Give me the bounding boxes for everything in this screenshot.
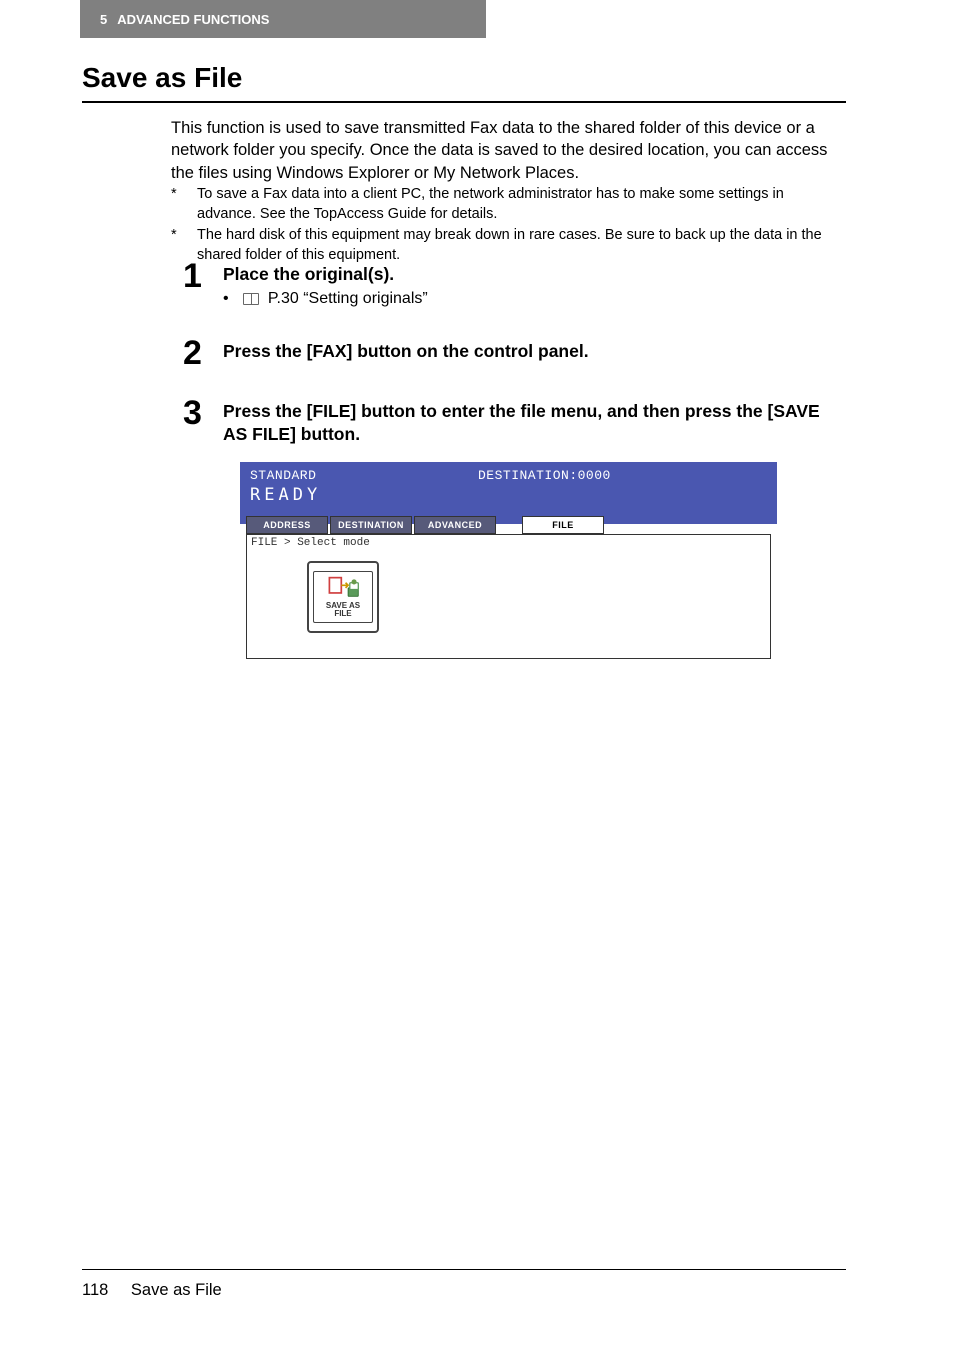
save-as-file-button[interactable]: SAVE ASFILE [307,561,379,633]
tab-destination[interactable]: DESTINATION [330,516,412,534]
save-as-file-label: SAVE ASFILE [326,602,360,618]
step-title: Place the original(s). [223,263,847,286]
chapter-header: 5 ADVANCED FUNCTIONS [80,0,486,38]
step-bullet: • P.30 “Setting originals” [223,290,847,308]
note-text: To save a Fax data into a client PC, the… [197,185,837,224]
step-3: 3 Press the [FILE] button to enter the f… [183,400,847,446]
footer-title: Save as File [131,1281,222,1299]
page-footer: 118 Save as File [82,1281,222,1300]
footer-rule [82,1269,846,1270]
tab-file[interactable]: FILE [522,516,604,534]
chapter-number: 5 [100,12,107,27]
page-number: 118 [82,1281,108,1299]
page-title: Save as File [82,62,242,94]
step-number: 2 [183,334,202,373]
intro-paragraph: This function is used to save transmitte… [171,117,847,184]
panel-breadcrumb: FILE > Select mode [247,535,770,551]
status-ready: READY [250,485,767,505]
book-icon [243,293,259,305]
note-item: * The hard disk of this equipment may br… [171,226,847,265]
notes-list: * To save a Fax data into a client PC, t… [171,185,847,267]
bullet-icon: • [223,290,237,308]
cross-reference: P.30 “Setting originals” [268,290,428,307]
panel-body: FILE > Select mode SAVE ASFILE [246,534,771,659]
step-title: Press the [FAX] button on the control pa… [223,340,847,363]
step-1: 1 Place the original(s). • P.30 “Setting… [183,263,847,308]
tab-advanced[interactable]: ADVANCED [414,516,496,534]
chapter-title: ADVANCED FUNCTIONS [117,12,269,27]
asterisk-icon: * [171,185,193,205]
panel-tabs: ADDRESS DESTINATION ADVANCED FILE [246,516,771,534]
save-as-file-button-inner: SAVE ASFILE [313,571,373,623]
step-number: 1 [183,257,202,296]
save-file-icon [326,574,360,600]
tab-address[interactable]: ADDRESS [246,516,328,534]
title-rule [82,101,846,103]
status-destination: DESTINATION:0000 [478,468,611,483]
asterisk-icon: * [171,226,193,246]
note-item: * To save a Fax data into a client PC, t… [171,185,847,224]
note-text: The hard disk of this equipment may brea… [197,226,837,265]
control-panel-screenshot: STANDARD DESTINATION:0000 READY ADDRESS … [240,462,777,665]
step-number: 3 [183,394,202,433]
panel-status-bar: STANDARD DESTINATION:0000 READY [240,462,777,524]
step-title: Press the [FILE] button to enter the fil… [223,400,847,446]
step-2: 2 Press the [FAX] button on the control … [183,340,847,363]
